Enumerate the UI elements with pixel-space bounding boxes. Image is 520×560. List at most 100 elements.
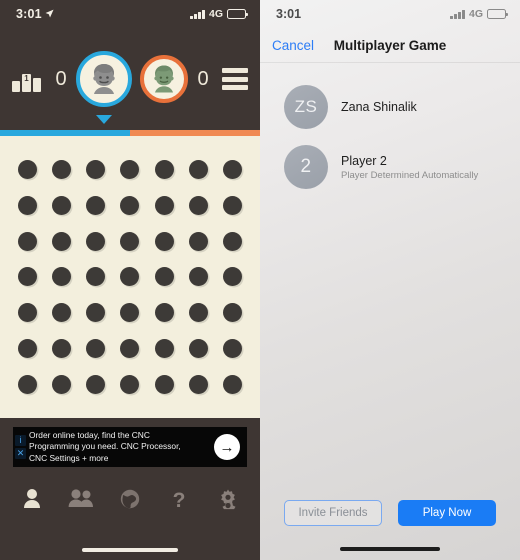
board-hole[interactable] <box>17 338 37 358</box>
left-status-bar: 3:01 4G <box>0 0 260 28</box>
svg-text:?: ? <box>172 489 185 510</box>
board-hole[interactable] <box>17 231 37 251</box>
player1-avatar-wrap <box>76 51 132 124</box>
invite-friends-button[interactable]: Invite Friends <box>284 500 382 526</box>
game-board[interactable] <box>0 136 260 418</box>
signal-bars-icon <box>190 9 205 19</box>
board-hole[interactable] <box>51 231 71 251</box>
avatar: ZS <box>284 85 328 129</box>
player-name: Player 2 <box>341 153 387 168</box>
arrow-right-icon[interactable]: → <box>214 434 240 460</box>
board-hole[interactable] <box>154 267 174 287</box>
board-hole[interactable] <box>120 374 140 394</box>
board-hole[interactable] <box>189 160 209 180</box>
board-hole[interactable] <box>120 231 140 251</box>
board-hole[interactable] <box>86 303 106 323</box>
player-name: Zana Shinalik <box>341 100 417 114</box>
right-status-bar: 3:01 4G <box>260 0 520 28</box>
board-hole[interactable] <box>86 338 106 358</box>
battery-icon <box>487 9 509 19</box>
ad-info-icon[interactable]: i <box>15 435 26 446</box>
location-arrow-icon <box>45 7 54 21</box>
board-hole[interactable] <box>154 196 174 216</box>
play-now-button[interactable]: Play Now <box>398 500 496 526</box>
battery-icon <box>227 9 249 19</box>
board-hole[interactable] <box>154 231 174 251</box>
board-hole[interactable] <box>223 196 243 216</box>
board-hole[interactable] <box>223 303 243 323</box>
board-hole[interactable] <box>189 303 209 323</box>
right-network-label: 4G <box>468 8 483 20</box>
network-label: 4G <box>208 8 223 20</box>
player-subtitle: Player Determined Automatically <box>341 169 479 181</box>
board-hole[interactable] <box>154 338 174 358</box>
podium-icon[interactable]: 1 <box>12 66 42 92</box>
question-mark-icon[interactable]: ? <box>162 484 196 514</box>
board-hole[interactable] <box>51 338 71 358</box>
board-hole[interactable] <box>223 231 243 251</box>
board-hole[interactable] <box>154 303 174 323</box>
right-status-indicators: 4G <box>450 8 509 20</box>
board-hole[interactable] <box>86 267 106 287</box>
board-hole[interactable] <box>86 231 106 251</box>
person-icon[interactable] <box>15 484 49 514</box>
board-hole[interactable] <box>189 374 209 394</box>
board-hole[interactable] <box>120 338 140 358</box>
board-hole[interactable] <box>17 267 37 287</box>
multiplayer-modal-screen: 3:01 4G Cancel Multiplayer Game ZS Zana … <box>260 0 520 560</box>
list-menu-icon[interactable] <box>222 68 248 90</box>
board-hole[interactable] <box>17 196 37 216</box>
ad-line-1: Order online today, find the CNC <box>29 429 150 440</box>
board-hole[interactable] <box>223 374 243 394</box>
player2-avatar-icon[interactable] <box>140 55 188 103</box>
ad-line-3: CNC Settings + more <box>29 452 109 463</box>
status-time: 3:01 <box>16 7 42 21</box>
board-hole[interactable] <box>223 267 243 287</box>
avatar: 2 <box>284 145 328 189</box>
player-meta: Player 2 Player Determined Automatically <box>341 154 478 181</box>
player1-score: 0 <box>55 67 67 90</box>
home-indicator <box>82 548 178 552</box>
game-header: 1 0 0 <box>0 28 260 130</box>
bottom-tab-bar: ? <box>0 476 260 522</box>
board-hole[interactable] <box>223 160 243 180</box>
status-indicators: 4G <box>190 8 249 20</box>
ad-text: Order online today, find the CNC Program… <box>29 430 204 465</box>
board-hole[interactable] <box>51 267 71 287</box>
player-meta: Zana Shinalik <box>341 100 417 114</box>
ad-close-icon[interactable]: ✕ <box>15 448 26 459</box>
dual-screen-container: 3:01 4G 1 0 0 i ✕ Order online today, fi… <box>0 0 520 560</box>
globe-icon[interactable] <box>113 484 147 514</box>
board-hole[interactable] <box>189 196 209 216</box>
board-hole[interactable] <box>51 160 71 180</box>
home-indicator <box>340 547 440 551</box>
players-scoreboard: 0 0 <box>54 51 210 124</box>
list-item[interactable]: 2 Player 2 Player Determined Automatical… <box>260 137 520 197</box>
cancel-button[interactable]: Cancel <box>272 38 314 53</box>
board-hole[interactable] <box>51 196 71 216</box>
board-hole[interactable] <box>86 374 106 394</box>
list-item[interactable]: ZS Zana Shinalik <box>260 77 520 137</box>
board-hole[interactable] <box>51 303 71 323</box>
ad-banner[interactable]: i ✕ Order online today, find the CNC Pro… <box>13 427 247 467</box>
player1-avatar-icon[interactable] <box>76 51 132 107</box>
modal-actions: Invite Friends Play Now <box>260 500 520 526</box>
board-hole[interactable] <box>86 196 106 216</box>
gear-icon[interactable] <box>211 484 245 514</box>
board-hole[interactable] <box>17 303 37 323</box>
board-hole[interactable] <box>17 160 37 180</box>
board-hole[interactable] <box>120 160 140 180</box>
board-hole[interactable] <box>86 160 106 180</box>
board-hole[interactable] <box>51 374 71 394</box>
board-hole[interactable] <box>120 196 140 216</box>
board-hole[interactable] <box>120 267 140 287</box>
board-hole[interactable] <box>17 374 37 394</box>
board-hole[interactable] <box>154 160 174 180</box>
board-hole[interactable] <box>154 374 174 394</box>
board-hole[interactable] <box>189 338 209 358</box>
board-hole[interactable] <box>223 338 243 358</box>
board-hole[interactable] <box>189 231 209 251</box>
people-icon[interactable] <box>64 484 98 514</box>
board-hole[interactable] <box>189 267 209 287</box>
board-hole[interactable] <box>120 303 140 323</box>
